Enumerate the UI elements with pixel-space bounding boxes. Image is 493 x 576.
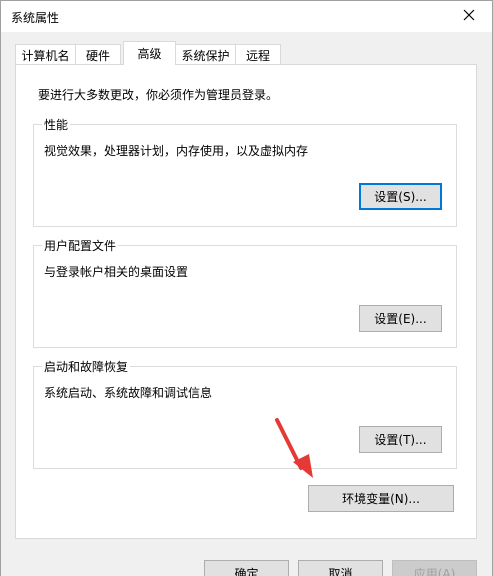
- cancel-button[interactable]: 取消: [298, 560, 383, 576]
- tab-system-protection[interactable]: 系统保护: [175, 44, 236, 65]
- ok-button[interactable]: 确定: [204, 560, 289, 576]
- user-profiles-group: 用户配置文件 与登录帐户相关的桌面设置 设置(E)...: [33, 237, 457, 348]
- user-profiles-description: 与登录帐户相关的桌面设置: [44, 265, 189, 279]
- tab-computer-name[interactable]: 计算机名: [15, 44, 76, 65]
- user-profiles-title: 用户配置文件: [42, 237, 119, 254]
- startup-recovery-title: 启动和故障恢复: [42, 358, 131, 375]
- startup-recovery-settings-button[interactable]: 设置(T)...: [359, 426, 442, 453]
- performance-settings-button[interactable]: 设置(S)...: [359, 183, 442, 210]
- performance-description: 视觉效果，处理器计划，内存使用，以及虚拟内存: [44, 144, 309, 158]
- tab-remote[interactable]: 远程: [235, 44, 281, 65]
- environment-variables-button[interactable]: 环境变量(N)...: [308, 485, 454, 512]
- startup-recovery-group: 启动和故障恢复 系统启动、系统故障和调试信息 设置(T)...: [33, 358, 457, 469]
- performance-group: 性能 视觉效果，处理器计划，内存使用，以及虚拟内存 设置(S)...: [33, 116, 457, 227]
- performance-title: 性能: [42, 116, 71, 133]
- user-profiles-settings-button[interactable]: 设置(E)...: [359, 305, 442, 332]
- dialog-footer: 确定 取消 应用(A): [1, 541, 492, 576]
- title-bar[interactable]: 系统属性: [1, 1, 492, 32]
- window-title: 系统属性: [11, 11, 60, 25]
- advanced-tab-panel: 要进行大多数更改，你必须作为管理员登录。 性能 视觉效果，处理器计划，内存使用，…: [15, 64, 477, 539]
- apply-button[interactable]: 应用(A): [392, 560, 477, 576]
- close-button[interactable]: [450, 1, 488, 31]
- admin-note: 要进行大多数更改，你必须作为管理员登录。: [38, 88, 279, 102]
- startup-recovery-description: 系统启动、系统故障和调试信息: [44, 386, 213, 400]
- tab-advanced[interactable]: 高级: [123, 41, 176, 65]
- system-properties-dialog: 系统属性 计算机名 硬件 高级 系统保护 远程 要进行大多数更改，你必须作为管理…: [0, 0, 493, 576]
- close-icon: [463, 9, 475, 24]
- tab-hardware[interactable]: 硬件: [75, 44, 121, 65]
